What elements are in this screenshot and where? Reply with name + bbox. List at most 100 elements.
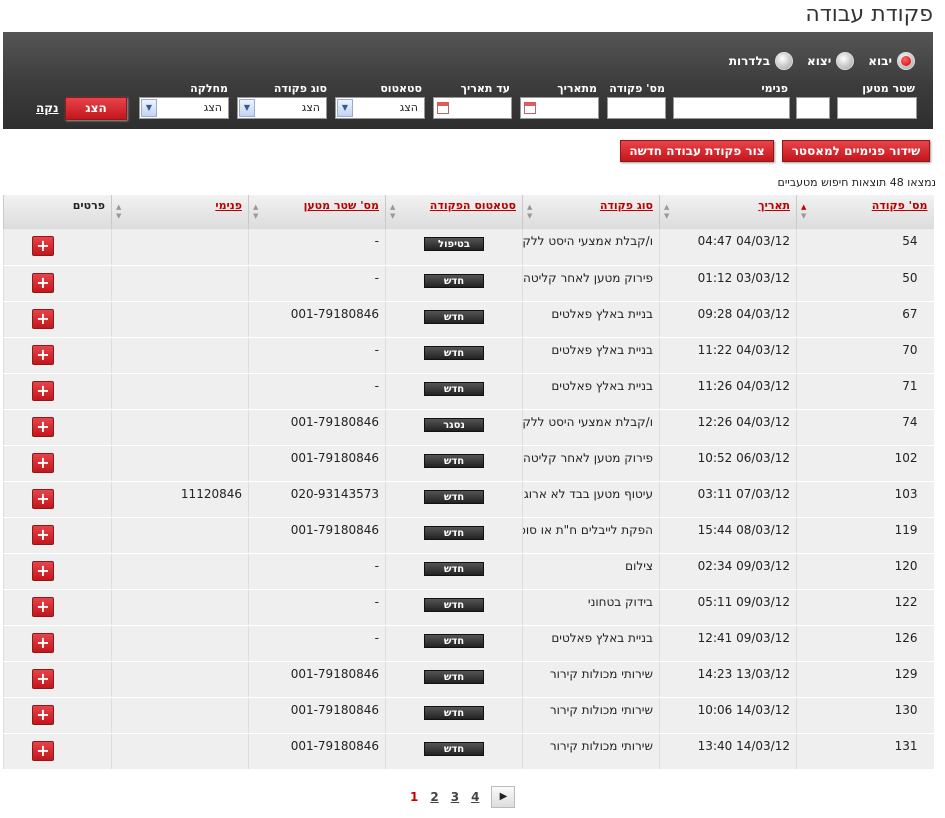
bill-prefix-input[interactable] — [796, 97, 830, 119]
bill-number-cell: 001-79180846 — [248, 409, 386, 446]
order-type-cell: פירוק מטען לאחר קליטה — [522, 265, 660, 302]
radio-import[interactable]: יבוא — [868, 52, 915, 70]
table-row[interactable]: 7404/03/12 12:26ו/קבלת אמצעי היסט ללקוח … — [3, 409, 934, 446]
internal-cell — [111, 553, 249, 590]
page-4[interactable]: 4 — [471, 790, 479, 804]
table-row[interactable]: 70 04/03/12 11:22 בניית באלץ פאלטים חדש - + — [3, 337, 934, 374]
col-order-type[interactable]: סוג פקודה ▲ ▼ — [522, 195, 660, 229]
status-cell: חדש — [385, 625, 523, 662]
page-3[interactable]: 3 — [451, 790, 459, 804]
calendar-icon[interactable] — [524, 102, 536, 114]
table-row[interactable]: 122 09/03/12 05:11 בידוק בטחוני חדש - + — [3, 589, 934, 626]
internal-cell — [111, 373, 249, 410]
page-1[interactable]: 1 — [410, 790, 418, 804]
clear-link[interactable]: נקה — [36, 101, 59, 115]
details-cell: + — [3, 517, 112, 554]
table-row[interactable]: 131 14/03/12 13:40 שירותי מכולות קירור חדש 0… — [3, 733, 934, 770]
date-cell: 14/03/12 10:06 — [659, 697, 797, 734]
order-type-cell: צילום — [522, 553, 660, 590]
details-cell: + — [3, 229, 112, 266]
order-number-cell: 131 — [796, 733, 934, 770]
order-number-input[interactable] — [607, 97, 666, 119]
sort-icon[interactable]: ▲ ▼ — [253, 203, 258, 221]
table-row[interactable]: 129 13/03/12 14:23 שירותי מכולות קירור חדש 0… — [3, 661, 934, 698]
expand-plus-icon[interactable]: + — [32, 524, 54, 545]
table-row[interactable]: 130 14/03/12 10:06 שירותי מכולות קירור חדש 0… — [3, 697, 934, 734]
order-type-cell: שירותי מכולות קירור — [522, 661, 660, 698]
status-badge: חדש — [424, 705, 484, 720]
order-number-cell: 54 — [796, 229, 934, 266]
bill-input[interactable] — [837, 97, 917, 119]
internal-cell — [111, 265, 249, 302]
radio-export[interactable]: יצוא — [807, 52, 855, 70]
order-type-cell: פירוק מטען לאחר קליטה — [522, 445, 660, 482]
next-page-icon[interactable]: ▶ — [491, 786, 516, 808]
internal-input[interactable] — [673, 97, 790, 119]
expand-plus-icon[interactable]: + — [32, 236, 54, 256]
order-number-label: מס' פקודה — [609, 82, 665, 95]
bill-number-cell: 020-93143573 — [248, 481, 386, 518]
date-cell: 14/03/12 13:40 — [659, 733, 797, 770]
status-cell: חדש — [385, 733, 523, 770]
sort-icon[interactable]: ▲ ▼ — [116, 203, 121, 221]
date-cell: 04/03/12 12:26 — [659, 409, 797, 446]
status-badge: חדש — [424, 597, 484, 612]
broadcast-internal-button[interactable]: שידור פנימיים למאסטר — [782, 140, 930, 162]
create-work-order-button[interactable]: צור פקודת עבודה חדשה — [620, 140, 774, 162]
expand-plus-icon[interactable]: + — [32, 740, 54, 761]
table-row[interactable]: 67 04/03/12 09:28 בניית באלץ פאלטים חדש 001-… — [3, 301, 934, 338]
expand-plus-icon[interactable]: + — [32, 668, 54, 689]
internal-cell — [111, 301, 249, 338]
details-cell: + — [3, 409, 112, 446]
table-row[interactable]: 120 09/03/12 02:34 צילום חדש - + — [3, 553, 934, 590]
table-row[interactable]: 5404/03/12 04:47ו/קבלת אמצעי היסט ללקוח … — [3, 229, 934, 266]
order-type-select[interactable]: הצג ▼ — [237, 97, 327, 119]
status-badge: חדש — [424, 525, 484, 540]
internal-cell — [111, 229, 249, 266]
table-row[interactable]: 11908/03/12 15:44הפקת לייבלים ח"ת או סוכ… — [3, 517, 934, 554]
status-cell: חדש — [385, 589, 523, 626]
department-select[interactable]: הצג ▼ — [139, 97, 229, 119]
col-bill-number[interactable]: מס' שטר מטען ▲ ▼ — [248, 195, 386, 229]
details-cell: + — [3, 337, 112, 374]
table-row[interactable]: 102 06/03/12 10:52 פירוק מטען לאחר קליטה חד… — [3, 445, 934, 482]
sort-icon[interactable]: ▲ ▼ — [664, 203, 669, 221]
bill-number-cell: - — [248, 337, 386, 374]
status-badge: חדש — [424, 381, 484, 396]
table-row[interactable]: 50 03/03/12 01:12 פירוק מטען לאחר קליטה חדש… — [3, 265, 934, 302]
expand-plus-icon[interactable]: + — [32, 596, 54, 617]
date-cell: 04/03/12 09:28 — [659, 301, 797, 338]
col-status[interactable]: סטאטוס הפקודה ▲ ▼ — [385, 195, 523, 229]
expand-plus-icon[interactable]: + — [32, 380, 54, 401]
order-number-cell: 120 — [796, 553, 934, 590]
expand-plus-icon[interactable]: + — [32, 272, 54, 293]
expand-plus-icon[interactable]: + — [32, 632, 54, 653]
table-row[interactable]: 103 07/03/12 03:11 עיטוף מטען בבד לא ארוג ח… — [3, 481, 934, 518]
col-internal[interactable]: פנימי ▲ ▼ — [111, 195, 249, 229]
expand-plus-icon[interactable]: + — [32, 344, 54, 365]
show-button[interactable]: הצג — [65, 97, 127, 120]
status-select[interactable]: הצג ▼ — [335, 97, 425, 119]
expand-plus-icon[interactable]: + — [32, 704, 54, 725]
expand-plus-icon[interactable]: + — [32, 560, 54, 581]
table-row[interactable]: 71 04/03/12 11:26 בניית באלץ פאלטים חדש - + — [3, 373, 934, 410]
date-cell: 04/03/12 04:47 — [659, 229, 797, 266]
filter-panel: יבוא יצוא בלדרות שטר מטען פנימי מס' פקוד… — [3, 32, 933, 129]
sort-icon[interactable]: ▲ ▼ — [527, 203, 532, 221]
expand-plus-icon[interactable]: + — [32, 452, 54, 473]
expand-plus-icon[interactable]: + — [32, 308, 54, 329]
col-order-number[interactable]: מס' פקודה ▲ ▼ — [796, 195, 934, 229]
col-date[interactable]: תאריך ▲ ▼ — [659, 195, 797, 229]
page-2[interactable]: 2 — [430, 790, 438, 804]
details-cell: + — [3, 661, 112, 698]
table-row[interactable]: 126 09/03/12 12:41 בניית באלץ פאלטים חדש - + — [3, 625, 934, 662]
from-date-input[interactable] — [520, 97, 599, 119]
expand-plus-icon[interactable]: + — [32, 488, 54, 509]
status-cell: חדש — [385, 697, 523, 734]
sort-icon[interactable]: ▲ ▼ — [801, 203, 806, 221]
radio-couriers[interactable]: בלדרות — [729, 52, 794, 70]
to-date-input[interactable] — [433, 97, 512, 119]
calendar-icon[interactable] — [437, 102, 449, 114]
expand-plus-icon[interactable]: + — [32, 416, 54, 437]
sort-icon[interactable]: ▲ ▼ — [390, 203, 395, 221]
